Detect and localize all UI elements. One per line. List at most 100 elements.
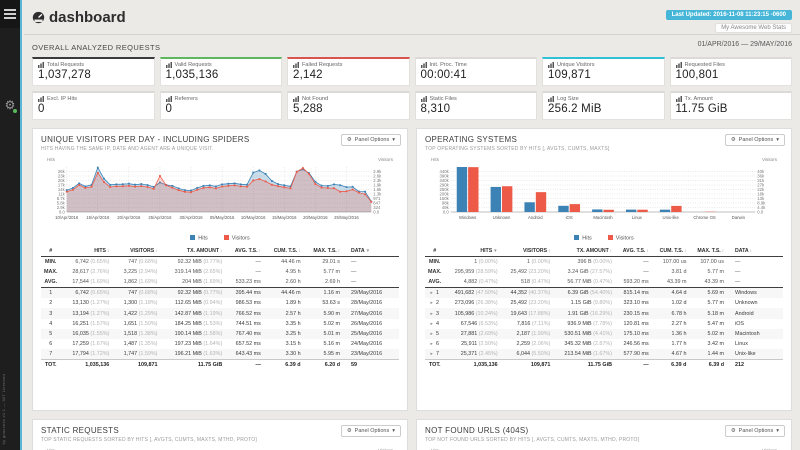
point[interactable]	[109, 186, 111, 188]
expand-caret-icon[interactable]: ▸	[430, 331, 434, 336]
point[interactable]	[327, 185, 329, 187]
column-header-idx[interactable]: #	[41, 246, 60, 257]
point[interactable]	[277, 183, 279, 185]
bar-hits-unix-like[interactable]	[660, 210, 670, 212]
table-row[interactable]: ▸ 625,911 (2.50%)2,259 (2.06%)345.32 MiB…	[425, 339, 783, 349]
column-header-tx-amount[interactable]: TX. AMOUNT↕	[553, 246, 615, 257]
point[interactable]	[271, 184, 273, 186]
point[interactable]	[283, 186, 285, 188]
column-header-tx-amount[interactable]: TX. AMOUNT↕	[160, 246, 225, 257]
column-header-hits[interactable]: HITS▼	[444, 246, 500, 257]
point[interactable]	[184, 191, 186, 193]
point[interactable]	[296, 171, 298, 173]
point[interactable]	[227, 185, 229, 187]
point[interactable]	[91, 186, 93, 188]
table-row[interactable]: ▸ 1491,682 (47.50%)44,352 (40.37%)6.39 G…	[425, 288, 783, 299]
point[interactable]	[196, 187, 198, 189]
expand-caret-icon[interactable]: ▸	[430, 341, 434, 346]
point[interactable]	[165, 184, 167, 186]
point[interactable]	[134, 184, 136, 186]
point[interactable]	[327, 187, 329, 189]
point[interactable]	[265, 181, 267, 183]
point[interactable]	[277, 185, 279, 187]
point[interactable]	[128, 183, 130, 185]
point[interactable]	[265, 173, 267, 175]
point[interactable]	[215, 186, 217, 188]
bar-visitors-ios[interactable]	[570, 204, 580, 212]
panel-options-button[interactable]: ⚙ Panel Options ▾	[725, 134, 785, 146]
point[interactable]	[221, 183, 223, 185]
point[interactable]	[66, 191, 68, 193]
point[interactable]	[140, 183, 142, 185]
point[interactable]	[72, 189, 74, 191]
legend-hits[interactable]: Hits	[574, 235, 591, 242]
point[interactable]	[221, 186, 223, 188]
point[interactable]	[370, 201, 372, 203]
column-header-data[interactable]: DATA↕	[727, 246, 783, 257]
point[interactable]	[147, 186, 149, 188]
point[interactable]	[209, 186, 211, 188]
point[interactable]	[178, 189, 180, 191]
table-row[interactable]: 516,035 (1.55%)1,518 (1.38%)190.14 MiB (…	[41, 329, 399, 339]
point[interactable]	[234, 182, 236, 184]
point[interactable]	[171, 185, 173, 187]
point[interactable]	[196, 189, 198, 191]
column-header-visitors[interactable]: VISITORS↕	[501, 246, 554, 257]
point[interactable]	[97, 172, 99, 174]
expand-caret-icon[interactable]: ▸	[430, 290, 434, 295]
point[interactable]	[314, 183, 316, 185]
bar-hits-unknown[interactable]	[491, 187, 501, 212]
point[interactable]	[203, 187, 205, 189]
point[interactable]	[259, 178, 261, 180]
point[interactable]	[339, 191, 341, 193]
expand-caret-icon[interactable]: ▸	[430, 351, 434, 356]
point[interactable]	[78, 184, 80, 186]
bar-visitors-windows[interactable]	[468, 167, 478, 212]
point[interactable]	[346, 190, 348, 192]
expand-caret-icon[interactable]: ▸	[430, 300, 434, 305]
column-header-cum-t-s-[interactable]: CUM. T.S.↕	[264, 246, 304, 257]
column-header-hits[interactable]: HITS↕	[60, 246, 112, 257]
point[interactable]	[246, 184, 248, 186]
point[interactable]	[116, 183, 118, 185]
table-row[interactable]: 313,194 (1.27%)1,422 (1.29%)142.87 MiB (…	[41, 308, 399, 318]
bar-visitors-android[interactable]	[536, 192, 546, 212]
column-header-visitors[interactable]: VISITORS↕	[112, 246, 160, 257]
table-row[interactable]: ▸ 3105,986 (10.24%)19,643 (17.88%)1.91 G…	[425, 308, 783, 318]
table-row[interactable]: 213,130 (1.27%)1,300 (1.18%)112.65 MiB (…	[41, 298, 399, 308]
point[interactable]	[84, 185, 86, 187]
column-header-idx[interactable]: #	[425, 246, 444, 257]
panel-options-button[interactable]: ⚙ Panel Options ▾	[341, 134, 401, 146]
point[interactable]	[240, 183, 242, 185]
bar-hits-windows[interactable]	[457, 167, 467, 212]
point[interactable]	[84, 187, 86, 189]
column-header-max-t-s-[interactable]: MAX. T.S.↕	[689, 246, 727, 257]
point[interactable]	[153, 188, 155, 190]
point[interactable]	[103, 178, 105, 180]
table-row[interactable]: 717,794 (1.72%)1,747 (1.59%)196.21 MiB (…	[41, 349, 399, 360]
legend-visitors[interactable]: Visitors	[224, 235, 250, 242]
column-header-cum-t-s-[interactable]: CUM. T.S.↕	[652, 246, 690, 257]
point[interactable]	[339, 184, 341, 186]
point[interactable]	[171, 187, 173, 189]
bar-visitors-linux[interactable]	[637, 210, 647, 212]
point[interactable]	[122, 185, 124, 187]
sidebar-menu-toggle[interactable]	[0, 0, 20, 28]
point[interactable]	[283, 184, 285, 186]
point[interactable]	[321, 187, 323, 189]
table-row[interactable]: ▸ 725,371 (2.45%)6,044 (5.50%)213.54 MiB…	[425, 349, 783, 360]
point[interactable]	[128, 185, 130, 187]
bar-hits-linux[interactable]	[626, 210, 636, 212]
point[interactable]	[252, 180, 254, 182]
point[interactable]	[364, 191, 366, 193]
point[interactable]	[184, 189, 186, 191]
point[interactable]	[290, 188, 292, 190]
point[interactable]	[190, 191, 192, 193]
table-row[interactable]: ▸ 2273,096 (26.38%)25,492 (23.20%)1.15 G…	[425, 298, 783, 308]
legend-hits[interactable]: Hits	[190, 235, 207, 242]
bar-visitors-unknown[interactable]	[502, 186, 512, 212]
table-row[interactable]: ▸ 467,546 (6.53%)7,816 (7.11%)936.9 MiB …	[425, 319, 783, 329]
point[interactable]	[246, 186, 248, 188]
point[interactable]	[352, 186, 354, 188]
point[interactable]	[97, 167, 99, 169]
